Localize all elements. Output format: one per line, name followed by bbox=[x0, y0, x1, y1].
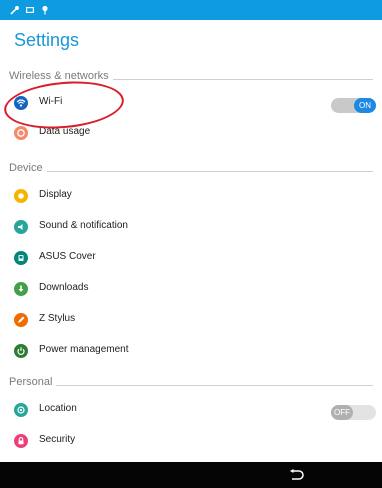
power-management-label: Power management bbox=[39, 344, 129, 355]
section-label-personal: Personal bbox=[9, 376, 53, 388]
stylus-icon bbox=[14, 313, 28, 327]
section-label-wireless: Wireless & networks bbox=[9, 70, 109, 82]
section-header-device: Device bbox=[9, 159, 373, 177]
display-label: Display bbox=[39, 189, 72, 200]
wifi-toggle[interactable]: ON bbox=[331, 98, 376, 113]
settings-item-asus-cover[interactable]: ASUS Cover bbox=[0, 243, 382, 273]
toggle-knob: ON bbox=[354, 98, 376, 113]
location-label: Location bbox=[39, 403, 77, 414]
asus-cover-label: ASUS Cover bbox=[39, 251, 96, 262]
settings-item-sound[interactable]: Sound & notification bbox=[0, 212, 382, 242]
downloads-icon bbox=[14, 282, 28, 296]
sound-icon bbox=[14, 220, 28, 234]
section-divider bbox=[56, 384, 373, 386]
settings-item-display[interactable]: Display bbox=[0, 181, 382, 211]
page-title: Settings bbox=[14, 30, 80, 50]
settings-item-security[interactable]: Security bbox=[0, 426, 382, 456]
settings-item-location[interactable]: Location OFF bbox=[0, 395, 382, 425]
settings-item-downloads[interactable]: Downloads bbox=[0, 274, 382, 304]
section-divider bbox=[46, 170, 373, 172]
cover-icon bbox=[14, 251, 28, 265]
location-toggle[interactable]: OFF bbox=[331, 405, 376, 420]
display-icon bbox=[14, 189, 28, 203]
wrench-icon bbox=[10, 5, 20, 15]
pin-icon bbox=[40, 5, 50, 15]
settings-item-z-stylus[interactable]: Z Stylus bbox=[0, 305, 382, 335]
screen-icon bbox=[25, 5, 35, 15]
back-icon[interactable] bbox=[286, 468, 306, 482]
security-label: Security bbox=[39, 434, 76, 445]
section-header-personal: Personal bbox=[9, 373, 373, 391]
section-label-device: Device bbox=[9, 162, 43, 174]
settings-item-power[interactable]: Power management bbox=[0, 336, 382, 366]
z-stylus-label: Z Stylus bbox=[39, 313, 76, 324]
location-icon bbox=[14, 403, 28, 417]
navigation-bar bbox=[0, 462, 382, 488]
status-bar bbox=[0, 0, 382, 20]
power-icon bbox=[14, 344, 28, 358]
data-usage-icon bbox=[14, 126, 28, 140]
section-divider bbox=[112, 78, 373, 80]
toggle-knob: OFF bbox=[331, 405, 353, 420]
lock-icon bbox=[14, 434, 28, 448]
sound-label: Sound & notification bbox=[39, 220, 128, 231]
downloads-label: Downloads bbox=[39, 282, 89, 293]
